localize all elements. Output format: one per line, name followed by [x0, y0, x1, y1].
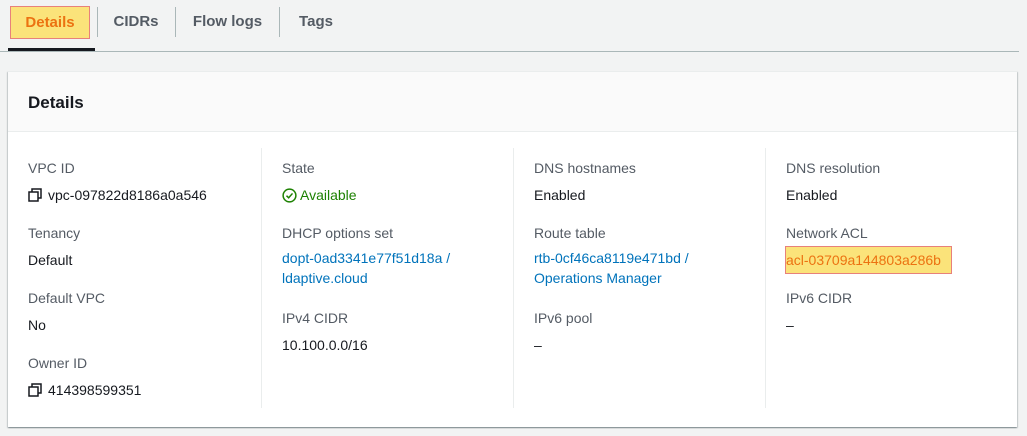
route-table-line2: Operations Manager	[534, 270, 662, 286]
dns-hostnames-field: DNS hostnames Enabled	[534, 160, 636, 205]
route-table-field: Route table rtb-0cf46ca8119e471bd / Oper…	[534, 225, 689, 288]
vpc-id-label: VPC ID	[28, 160, 75, 176]
state-value: Available	[300, 187, 357, 203]
ipv6-pool-value: –	[534, 337, 542, 353]
state-label: State	[282, 160, 315, 176]
tenancy-field: Tenancy Default	[28, 225, 80, 270]
ipv4-cidr-label: IPv4 CIDR	[282, 310, 349, 326]
column-divider	[765, 148, 766, 408]
route-table-link[interactable]: rtb-0cf46ca8119e471bd / Operations Manag…	[534, 248, 689, 288]
state-field: State Available	[282, 160, 357, 205]
tenancy-label: Tenancy	[28, 225, 81, 241]
owner-id-field: Owner ID 414398599351	[28, 355, 141, 400]
default-vpc-value: No	[28, 317, 46, 333]
network-acl-field: Network ACL acl-03709a144803a286b	[785, 225, 952, 274]
network-acl-link[interactable]: acl-03709a144803a286b	[785, 246, 952, 274]
ipv6-cidr-value: –	[786, 317, 794, 333]
ipv6-pool-label: IPv6 pool	[534, 310, 593, 326]
owner-id-label: Owner ID	[28, 355, 88, 371]
tab-bar: Details CIDRs Flow logs Tags	[0, 0, 1019, 52]
vpc-id-value-row: vpc-097822d8186a0a546	[28, 185, 207, 205]
tab-details-label: Details	[10, 6, 90, 39]
details-panel: Details VPC ID vpc-097822d8186a0a546 Ten…	[8, 71, 1017, 427]
vpc-id-field: VPC ID vpc-097822d8186a0a546	[28, 160, 207, 205]
tab-separator	[97, 7, 98, 37]
route-table-line1: rtb-0cf46ca8119e471bd /	[534, 250, 689, 266]
panel-title: Details	[28, 93, 84, 112]
ipv4-cidr-field: IPv4 CIDR 10.100.0.0/16	[282, 310, 368, 355]
dns-resolution-field: DNS resolution Enabled	[786, 160, 880, 205]
tenancy-value: Default	[28, 252, 73, 268]
owner-id-value-row: 414398599351	[28, 380, 141, 400]
owner-id-value: 414398599351	[48, 382, 142, 398]
check-circle-icon	[282, 188, 297, 203]
tab-separator	[279, 7, 280, 37]
column-divider	[261, 148, 262, 408]
copy-icon[interactable]	[28, 382, 42, 397]
dhcp-options-line1: dopt-0ad3341e77f51d18a /	[282, 250, 451, 266]
dhcp-options-field: DHCP options set dopt-0ad3341e77f51d18a …	[282, 225, 450, 288]
dhcp-options-link[interactable]: dopt-0ad3341e77f51d18a / ldaptive.cloud	[282, 248, 450, 288]
default-vpc-field: Default VPC No	[28, 290, 105, 335]
ipv4-cidr-value: 10.100.0.0/16	[282, 337, 368, 353]
state-value-row: Available	[282, 185, 357, 205]
default-vpc-label: Default VPC	[28, 290, 106, 306]
network-acl-label: Network ACL	[786, 225, 868, 241]
column-divider	[513, 148, 514, 408]
tab-flow-logs[interactable]: Flow logs	[185, 0, 270, 51]
dhcp-options-label: DHCP options set	[282, 225, 394, 241]
ipv6-cidr-field: IPv6 CIDR –	[786, 290, 852, 335]
network-acl-value-row: acl-03709a144803a286b	[785, 246, 952, 274]
ipv6-cidr-label: IPv6 CIDR	[786, 290, 853, 306]
dns-hostnames-value: Enabled	[534, 187, 586, 203]
tab-details[interactable]: Details	[8, 0, 95, 51]
tab-cidrs[interactable]: CIDRs	[103, 0, 169, 51]
dns-resolution-label: DNS resolution	[786, 160, 881, 176]
panel-header: Details	[8, 72, 1017, 132]
vpc-id-value: vpc-097822d8186a0a546	[48, 187, 207, 203]
copy-icon[interactable]	[28, 187, 42, 202]
route-table-label: Route table	[534, 225, 606, 241]
tab-tags[interactable]: Tags	[288, 0, 344, 51]
ipv6-pool-field: IPv6 pool –	[534, 310, 592, 355]
dns-hostnames-label: DNS hostnames	[534, 160, 636, 176]
dns-resolution-value: Enabled	[786, 187, 838, 203]
dhcp-options-line2: ldaptive.cloud	[282, 270, 368, 286]
tab-separator	[175, 7, 176, 37]
